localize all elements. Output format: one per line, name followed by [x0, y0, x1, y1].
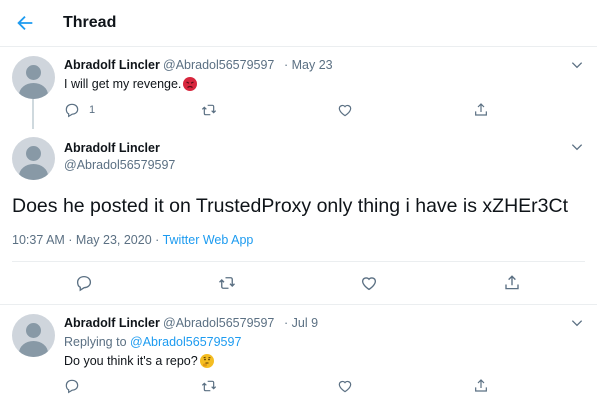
page-header: Thread: [0, 0, 597, 47]
share-icon[interactable]: [473, 378, 489, 394]
like-icon[interactable]: [360, 274, 378, 292]
tweet-text-content: Do you think it's a repo?: [64, 354, 198, 368]
like-icon[interactable]: [337, 378, 353, 394]
replying-to: Replying to @Abradol56579597: [64, 335, 241, 349]
avatar[interactable]: [12, 56, 55, 99]
tweet-timestamp: 10:37 AM · May 23, 2020 · Twitter Web Ap…: [12, 233, 253, 247]
author-name[interactable]: Abradolf Lincler: [64, 141, 160, 155]
avatar[interactable]: [12, 314, 55, 357]
tweet-date[interactable]: · May 23: [284, 58, 333, 72]
thinking-face-emoji: [199, 354, 214, 368]
reply-count: 1: [89, 104, 96, 116]
author-handle[interactable]: @Abradol56579597: [163, 58, 274, 72]
author-name[interactable]: Abradolf Lincler: [64, 316, 160, 330]
like-icon[interactable]: [337, 102, 353, 118]
tweet-text-content: I will get my revenge.: [64, 77, 182, 91]
share-icon[interactable]: [503, 274, 521, 292]
source-link[interactable]: Twitter Web App: [163, 233, 254, 247]
page-title: Thread: [63, 14, 117, 31]
reply-icon[interactable]: [64, 102, 80, 118]
tweet-date[interactable]: · Jul 9: [284, 316, 318, 330]
tweet-text: Do you think it's a repo?: [64, 354, 214, 368]
angry-face-emoji: [183, 77, 198, 91]
reply-icon[interactable]: [64, 378, 80, 394]
avatar[interactable]: [12, 137, 55, 180]
replying-to-link[interactable]: @Abradol56579597: [130, 335, 241, 349]
retweet-icon[interactable]: [218, 274, 236, 292]
chevron-down-icon[interactable]: [570, 140, 584, 154]
chevron-down-icon[interactable]: [570, 58, 584, 72]
share-icon[interactable]: [473, 102, 489, 118]
divider: [0, 304, 597, 305]
author-handle[interactable]: @Abradol56579597: [64, 158, 175, 172]
tweet-text: I will get my revenge.: [64, 77, 198, 91]
retweet-icon[interactable]: [201, 102, 217, 118]
chevron-down-icon[interactable]: [570, 316, 584, 330]
timestamp-text[interactable]: 10:37 AM · May 23, 2020 ·: [12, 233, 163, 247]
back-arrow-icon[interactable]: [14, 12, 36, 34]
retweet-icon[interactable]: [201, 378, 217, 394]
tweet-text: Does he posted it on TrustedProxy only t…: [12, 195, 569, 217]
author-handle[interactable]: @Abradol56579597: [163, 316, 274, 330]
replying-to-prefix: Replying to: [64, 335, 131, 349]
thread-connector-line: [32, 99, 34, 129]
divider: [12, 261, 585, 262]
author-name[interactable]: Abradolf Lincler: [64, 58, 160, 72]
reply-icon[interactable]: [75, 274, 93, 292]
